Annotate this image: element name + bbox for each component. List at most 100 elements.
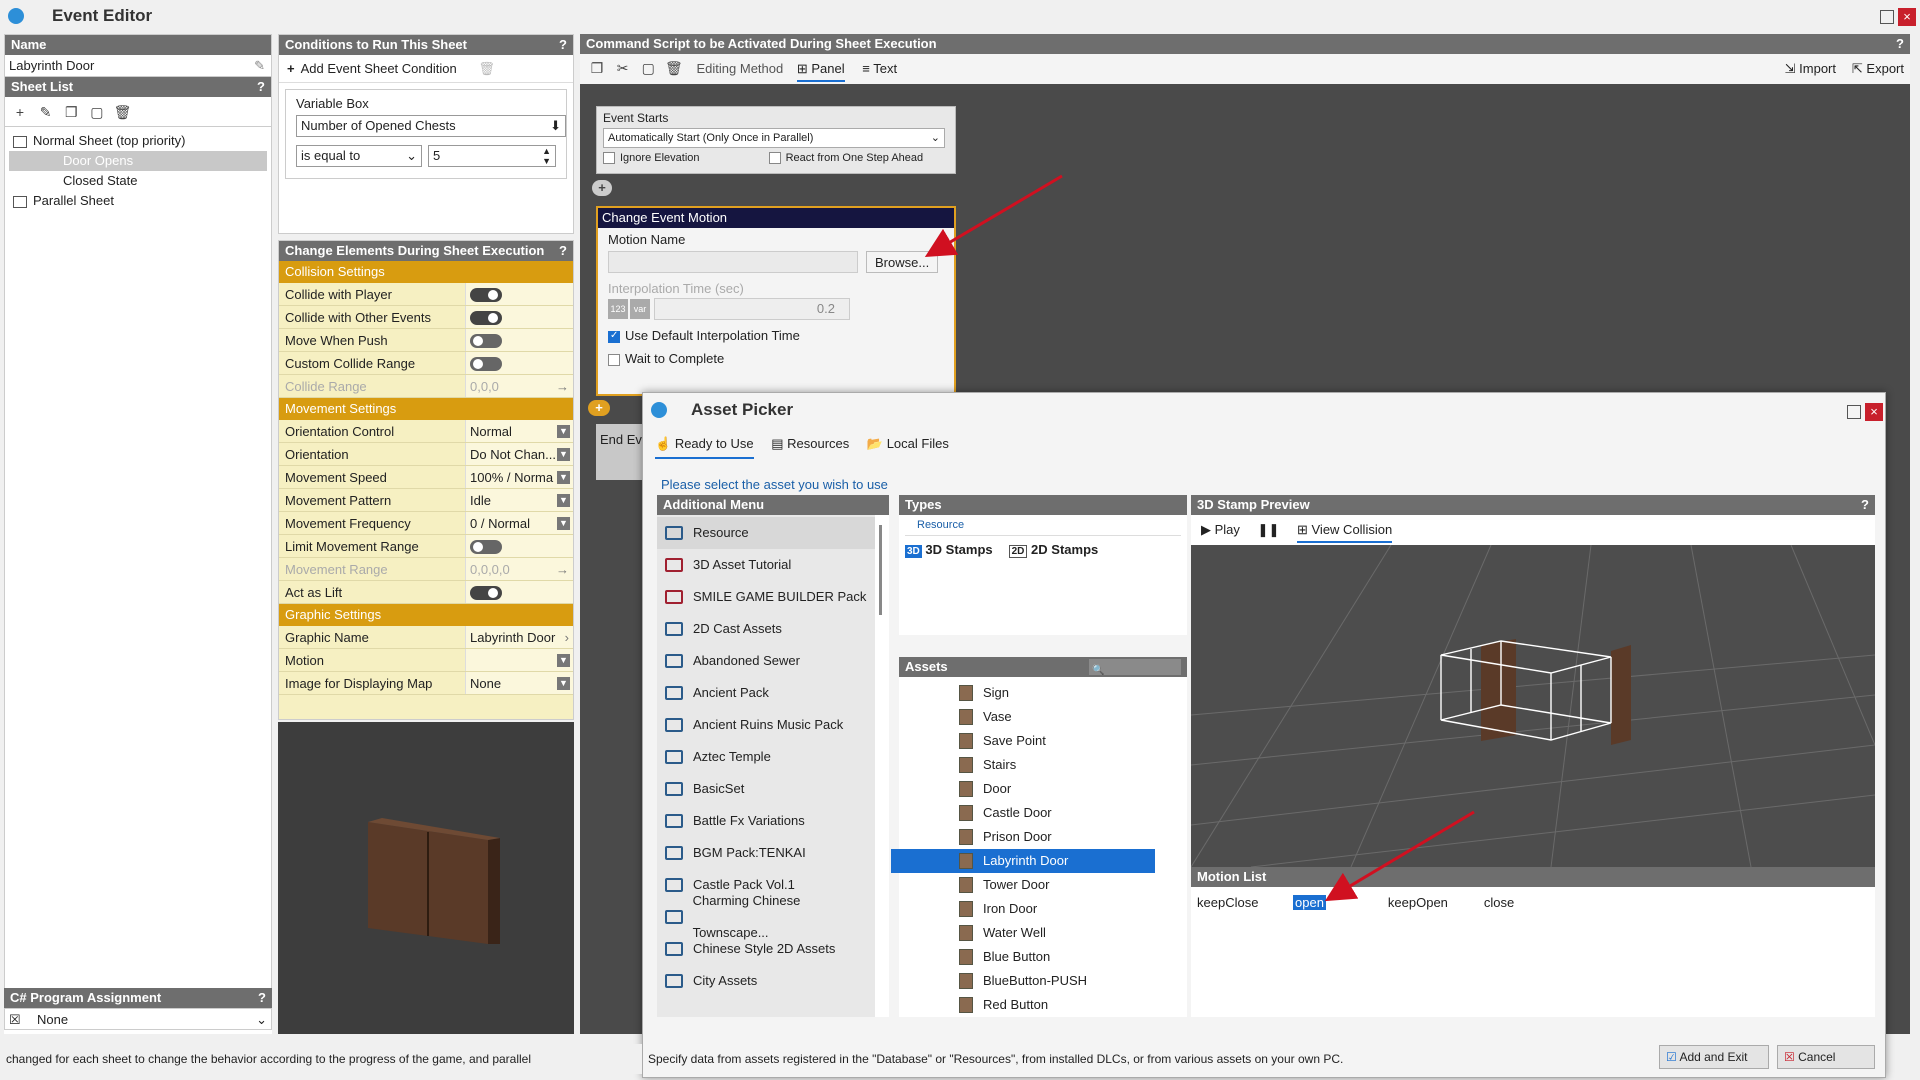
copy-icon[interactable]: ❐ — [60, 101, 82, 123]
operator-select[interactable]: is equal to ⌄ — [296, 145, 423, 167]
motion-item[interactable]: keepClose — [1197, 895, 1293, 910]
asset-item[interactable]: Tower Door — [951, 873, 1187, 897]
react-one-step-checkbox[interactable]: React from One Step Ahead — [768, 152, 923, 165]
dropdown-icon[interactable]: ▼ — [557, 471, 570, 484]
cancel-button[interactable]: ☒ Cancel — [1777, 1045, 1875, 1069]
stepper-arrows-icon[interactable]: ▲ ▼ — [542, 146, 551, 166]
toggle-switch[interactable] — [470, 357, 502, 371]
motion-item-selected[interactable]: open — [1293, 895, 1326, 910]
menu-item[interactable]: Ancient Pack — [657, 677, 875, 709]
dropdown-icon[interactable]: ▼ — [557, 517, 570, 530]
help-icon[interactable]: ? — [257, 77, 265, 97]
help-icon[interactable]: ? — [559, 241, 567, 261]
arrow-right-icon[interactable]: › — [565, 626, 569, 648]
toggle-switch[interactable] — [470, 288, 502, 302]
use-default-checkbox[interactable]: Use Default Interpolation Time — [598, 320, 954, 343]
browse-button[interactable]: Browse... — [866, 251, 939, 273]
help-icon[interactable]: ? — [1896, 34, 1904, 54]
add-icon[interactable]: + — [9, 101, 31, 123]
cut-icon[interactable]: ✂ — [612, 57, 634, 79]
toggle-switch[interactable] — [470, 311, 502, 325]
csharp-select[interactable]: ☒ None ⌄ — [4, 1008, 272, 1030]
asset-item[interactable]: Save Point — [951, 729, 1187, 753]
help-icon[interactable]: ? — [559, 35, 567, 55]
type-3d-stamps[interactable]: 3D 3D Stamps — [905, 542, 993, 558]
help-icon[interactable]: ? — [258, 988, 266, 1008]
dropdown-arrow-icon[interactable]: ⌄ — [256, 1009, 267, 1031]
menu-item[interactable]: 2D Cast Assets — [657, 613, 875, 645]
close-icon[interactable]: × — [1865, 403, 1883, 421]
setting-row[interactable]: Move When Push — [279, 329, 573, 352]
pencil-icon[interactable]: ✎ — [254, 55, 265, 77]
sheet-item-normal[interactable]: Normal Sheet (top priority) — [5, 131, 271, 151]
menu-item[interactable]: Ancient Ruins Music Pack — [657, 709, 875, 741]
asset-item[interactable]: Door — [951, 777, 1187, 801]
connector-plus-icon[interactable]: + — [592, 180, 612, 196]
maximize-icon[interactable] — [1880, 10, 1894, 24]
close-icon[interactable]: × — [1898, 8, 1916, 26]
setting-row[interactable]: Collide with Player — [279, 283, 573, 306]
setting-row[interactable]: Graphic Name Labyrinth Door › — [279, 626, 573, 649]
arrow-down-icon[interactable]: ⬇ — [550, 116, 561, 136]
setting-row[interactable]: Image for Displaying Map None ▼ — [279, 672, 573, 695]
asset-search-input[interactable]: 🔍 — [1089, 659, 1181, 676]
tab-resources[interactable]: ▤ Resources — [771, 436, 849, 451]
name-field[interactable]: Labyrinth Door ✎ — [5, 55, 271, 77]
menu-item[interactable]: Abandoned Sewer — [657, 645, 875, 677]
panel-tab[interactable]: ⊞ Panel — [796, 61, 845, 82]
asset-item[interactable]: Iron Door — [951, 897, 1187, 921]
menu-item[interactable]: Aztec Temple — [657, 741, 875, 773]
toggle-switch[interactable] — [470, 586, 502, 600]
menu-item[interactable]: Charming Chinese Townscape... — [657, 893, 875, 940]
asset-item[interactable]: Sign — [951, 681, 1187, 705]
setting-row[interactable]: Act as Lift — [279, 581, 573, 604]
paste-icon[interactable]: ▢ — [637, 57, 659, 79]
menu-item[interactable]: SMILE GAME BUILDER Pack — [657, 581, 875, 613]
dropdown-icon[interactable]: ▼ — [557, 494, 570, 507]
setting-row[interactable]: Orientation Control Normal ▼ — [279, 420, 573, 443]
setting-row[interactable]: Movement Pattern Idle ▼ — [279, 489, 573, 512]
setting-row[interactable]: Movement Frequency 0 / Normal ▼ — [279, 512, 573, 535]
asset-item[interactable]: Vase — [951, 705, 1187, 729]
asset-item-selected[interactable]: Labyrinth Door — [891, 849, 1155, 873]
type-2d-stamps[interactable]: 2D 2D Stamps — [1008, 542, 1098, 558]
pause-icon[interactable]: ❚❚ — [1258, 522, 1280, 537]
number-mode-icon[interactable]: 123 — [608, 299, 628, 319]
tab-ready-to-use[interactable]: ☝ Ready to Use — [655, 436, 754, 459]
asset-item[interactable]: Blue Button — [951, 945, 1187, 969]
asset-item[interactable]: Castle Door — [951, 801, 1187, 825]
sheet-item-door-opens[interactable]: Door Opens — [9, 151, 267, 171]
menu-item[interactable]: 3D Asset Tutorial — [657, 549, 875, 581]
dropdown-icon[interactable]: ▼ — [557, 677, 570, 690]
import-button[interactable]: ⇲ Import — [1785, 54, 1836, 84]
asset-item[interactable]: Red Button — [951, 993, 1187, 1017]
toggle-switch[interactable] — [470, 540, 502, 554]
setting-row[interactable]: Limit Movement Range — [279, 535, 573, 558]
play-button[interactable]: ▶ Play — [1201, 522, 1240, 537]
dropdown-icon[interactable]: ▼ — [557, 425, 570, 438]
add-condition-button[interactable]: + Add Event Sheet Condition 🗑 — [279, 55, 573, 83]
variable-select[interactable]: Number of Opened Chests ⬇ — [296, 115, 566, 137]
menu-scrollbar[interactable] — [879, 525, 882, 615]
motion-item[interactable]: keepOpen — [1388, 895, 1484, 910]
interp-stepper[interactable]: 0.2 — [654, 298, 850, 320]
maximize-icon[interactable] — [1847, 405, 1861, 419]
setting-row[interactable]: Orientation Do Not Chan... ▼ — [279, 443, 573, 466]
setting-row[interactable]: Motion ▼ — [279, 649, 573, 672]
start-mode-select[interactable]: Automatically Start (Only Once in Parall… — [603, 128, 945, 148]
asset-item[interactable]: Stairs — [951, 753, 1187, 777]
variable-mode-icon[interactable]: var — [630, 299, 650, 319]
menu-item[interactable]: Resource — [657, 517, 875, 549]
motion-name-field[interactable] — [608, 251, 858, 273]
trash-icon[interactable]: 🗑 — [112, 101, 134, 123]
setting-row[interactable]: Movement Speed 100% / Norma ▼ — [279, 466, 573, 489]
motion-item[interactable]: close — [1484, 895, 1514, 910]
export-button[interactable]: ⇱ Export — [1852, 54, 1904, 84]
operand-stepper[interactable]: 5 ▲ ▼ — [428, 145, 556, 167]
menu-item[interactable]: BGM Pack:TENKAI — [657, 837, 875, 869]
asset-item[interactable]: BlueButton-PUSH — [951, 969, 1187, 993]
dropdown-icon[interactable]: ▼ — [557, 448, 570, 461]
trash-icon[interactable]: 🗑 — [478, 61, 495, 76]
toggle-switch[interactable] — [470, 334, 502, 348]
ignore-elevation-checkbox[interactable]: Ignore Elevation — [603, 152, 700, 165]
